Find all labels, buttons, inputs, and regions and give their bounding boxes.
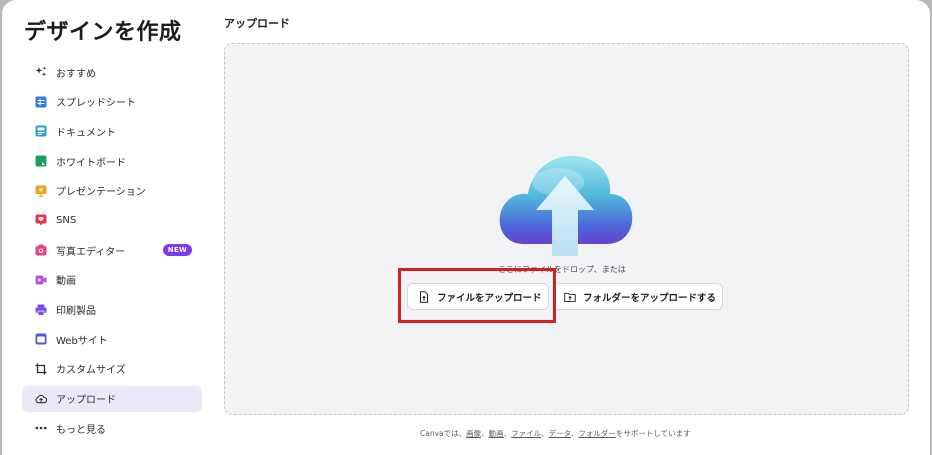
new-badge: NEW	[162, 244, 192, 257]
footer-link-file[interactable]: ファイル	[511, 429, 541, 438]
sidebar-item-print[interactable]: 印刷製品	[22, 297, 202, 323]
sidebar-item-label: 印刷製品	[56, 306, 96, 317]
file-upload-icon	[418, 290, 430, 303]
upload-folder-button[interactable]: フォルダーをアップロードする	[553, 283, 723, 310]
camera-icon	[35, 244, 47, 256]
sidebar-item-label: アップロード	[56, 395, 116, 407]
website-icon	[35, 333, 47, 345]
document-icon	[35, 125, 47, 137]
sidebar-item-more[interactable]: もっと見る	[22, 415, 202, 441]
sidebar-item-label: 動画	[56, 276, 76, 288]
sidebar-item-presentation[interactable]: プレゼンテーション	[22, 178, 202, 204]
sidebar-item-recommended[interactable]: おすすめ	[22, 59, 202, 85]
sidebar-item-video[interactable]: 動画	[22, 267, 202, 293]
sidebar-item-label: Webサイト	[56, 335, 108, 347]
footer-link-folder[interactable]: フォルダー	[578, 429, 616, 438]
sidebar-item-label: ホワイトボード	[56, 157, 126, 169]
sidebar-item-label: 写真エディター	[56, 246, 126, 258]
sidebar-item-label: ドキュメント	[56, 127, 116, 139]
sidebar-item-label: SNS	[56, 214, 77, 226]
sidebar-item-spreadsheet[interactable]: スプレッドシート	[22, 89, 202, 115]
footer-suffix: をサポートしています	[615, 429, 691, 438]
footer-link-video[interactable]: 動画	[489, 429, 504, 438]
upload-file-button[interactable]: ファイルをアップロード	[407, 283, 549, 310]
sidebar-item-photo-editor[interactable]: 写真エディター NEW	[22, 237, 202, 263]
whiteboard-icon	[35, 155, 47, 167]
create-design-dialog: デザインを作成 おすすめ スプレッドシート ドキュメント ホワイトボード プレゼ…	[2, 0, 930, 455]
footer-link-image[interactable]: 画像	[466, 429, 481, 438]
sidebar-item-label: カスタムサイズ	[56, 365, 126, 377]
upload-section-title: アップロード	[224, 17, 290, 30]
sidebar-item-label: おすすめ	[56, 68, 96, 80]
supported-formats-note: Canvaでは、画像、動画、ファイル、データ、フォルダーをサポートしています	[420, 428, 691, 439]
sidebar-item-custom-size[interactable]: カスタムサイズ	[22, 356, 202, 382]
sparkle-icon	[35, 66, 47, 78]
upload-file-label: ファイルをアップロード	[437, 292, 542, 304]
footer-separator: 、	[541, 429, 549, 438]
sidebar-item-label: もっと見る	[56, 424, 106, 436]
sidebar-item-label: プレゼンテーション	[56, 187, 146, 199]
page-title: デザインを作成	[24, 20, 182, 45]
cloud-upload-icon	[35, 393, 47, 405]
sidebar-item-website[interactable]: Webサイト	[22, 326, 202, 352]
footer-prefix: Canvaでは、	[420, 429, 467, 438]
sidebar-item-document[interactable]: ドキュメント	[22, 118, 202, 144]
spreadsheet-icon	[35, 96, 47, 108]
sidebar-item-label: スプレッドシート	[56, 98, 136, 110]
sidebar-item-upload[interactable]: アップロード	[22, 385, 202, 412]
folder-upload-icon	[564, 291, 576, 303]
more-icon	[35, 422, 47, 434]
sidebar: おすすめ スプレッドシート ドキュメント ホワイトボード プレゼンテーション S…	[22, 59, 202, 445]
window-frame: デザインを作成 おすすめ スプレッドシート ドキュメント ホワイトボード プレゼ…	[0, 0, 932, 455]
printer-icon	[35, 304, 47, 316]
sidebar-item-whiteboard[interactable]: ホワイトボード	[22, 148, 202, 174]
video-icon	[35, 274, 47, 286]
sidebar-item-sns[interactable]: SNS	[22, 207, 202, 233]
crop-icon	[35, 363, 47, 375]
upload-folder-label: フォルダーをアップロードする	[583, 292, 717, 304]
drop-instruction-text: ここにファイルをドロップ、または	[498, 265, 626, 274]
footer-link-data[interactable]: データ	[549, 429, 571, 438]
footer-separator: 、	[503, 429, 512, 438]
heart-icon	[35, 214, 47, 226]
presentation-icon	[35, 185, 47, 197]
footer-separator: 、	[481, 429, 489, 438]
cloud-upload-illustration-icon	[496, 152, 634, 258]
